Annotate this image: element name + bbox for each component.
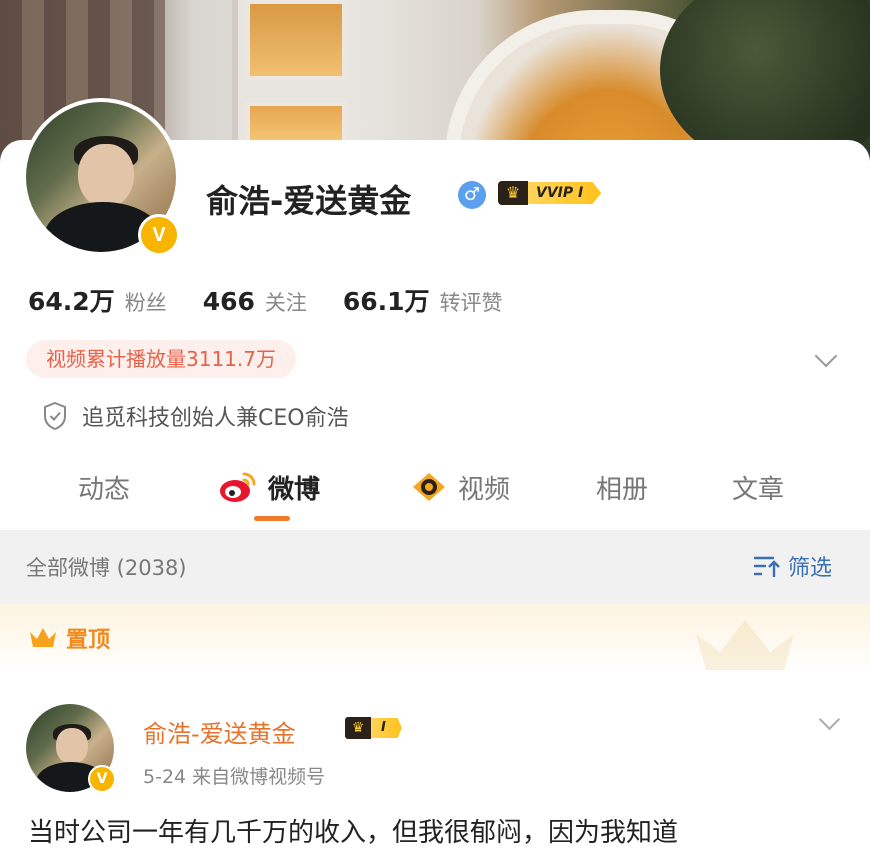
crown-icon: ♛ [498,181,528,205]
stat-label: 关注 [264,291,307,315]
cover-window-top [246,0,346,80]
verified-badge-icon: V [138,214,180,256]
filter-button[interactable]: 筛选 [752,550,832,582]
tab-label: 微博 [268,474,321,505]
tab-label: 文章 [732,474,785,505]
vvip-label: VVIP I [528,182,602,204]
crown-watermark-icon [696,620,794,670]
video-views-badge: 视频累计播放量3111.7万 [26,340,296,378]
post-text[interactable]: 当时公司一年有几千万的收入，但我很郁闷，因为我知道 [28,812,870,849]
post-count: 全部微博 (2038) [26,556,187,580]
post-author[interactable]: 俞浩-爱送黄金 [143,714,296,749]
weibo-icon [220,472,256,502]
male-icon: ♂ [458,181,486,209]
stat-following[interactable]: 466 关注 [203,287,307,317]
stat-label: 转评赞 [439,291,503,315]
tab-label: 动态 [78,474,131,505]
pinned-header: 置顶 [0,604,870,674]
tab-activity[interactable]: 动态 [78,462,130,512]
vvip-badge[interactable]: ♛ VVIP I [498,180,602,206]
filter-label: 筛选 [788,556,833,581]
pinned-label: 置顶 [66,628,111,653]
verified-badge-icon: V [88,765,116,793]
certification: 追觅科技创始人兼CEO俞浩 [42,400,349,432]
stat-interactions[interactable]: 66.1万 转评赞 [343,282,503,318]
tab-video[interactable]: 视频 [410,462,510,512]
tab-label: 视频 [458,474,511,505]
certification-text: 追觅科技创始人兼CEO俞浩 [82,406,349,431]
post-vip-badge: ♛ I [345,717,402,739]
video-icon [413,473,445,501]
post-meta: 5-24 来自微博视频号 [143,766,326,788]
profile-tabs: 动态 微博 视频 相册 文章 [0,462,870,522]
tab-album[interactable]: 相册 [596,462,648,512]
profile-stats: 64.2万 粉丝 466 关注 66.1万 转评赞 [28,282,539,318]
post-vip-label: I [371,718,402,738]
tab-weibo[interactable]: 微博 [218,462,320,512]
crown-icon [30,628,56,647]
profile-name: 俞浩-爱送黄金 [206,182,412,220]
stat-value: 64.2万 [28,287,115,316]
sort-filter-icon [754,556,780,577]
stat-label: 粉丝 [124,291,167,315]
active-tab-indicator [254,516,290,521]
crown-icon: ♛ [345,717,371,739]
shield-check-icon [44,401,66,431]
filter-bar: 全部微博 (2038) 筛选 [0,530,870,604]
stat-value: 466 [202,287,255,316]
tab-label: 相册 [596,474,649,505]
tab-articles[interactable]: 文章 [732,462,784,512]
stat-value: 66.1万 [342,287,430,316]
stat-followers[interactable]: 64.2万 粉丝 [28,282,167,318]
